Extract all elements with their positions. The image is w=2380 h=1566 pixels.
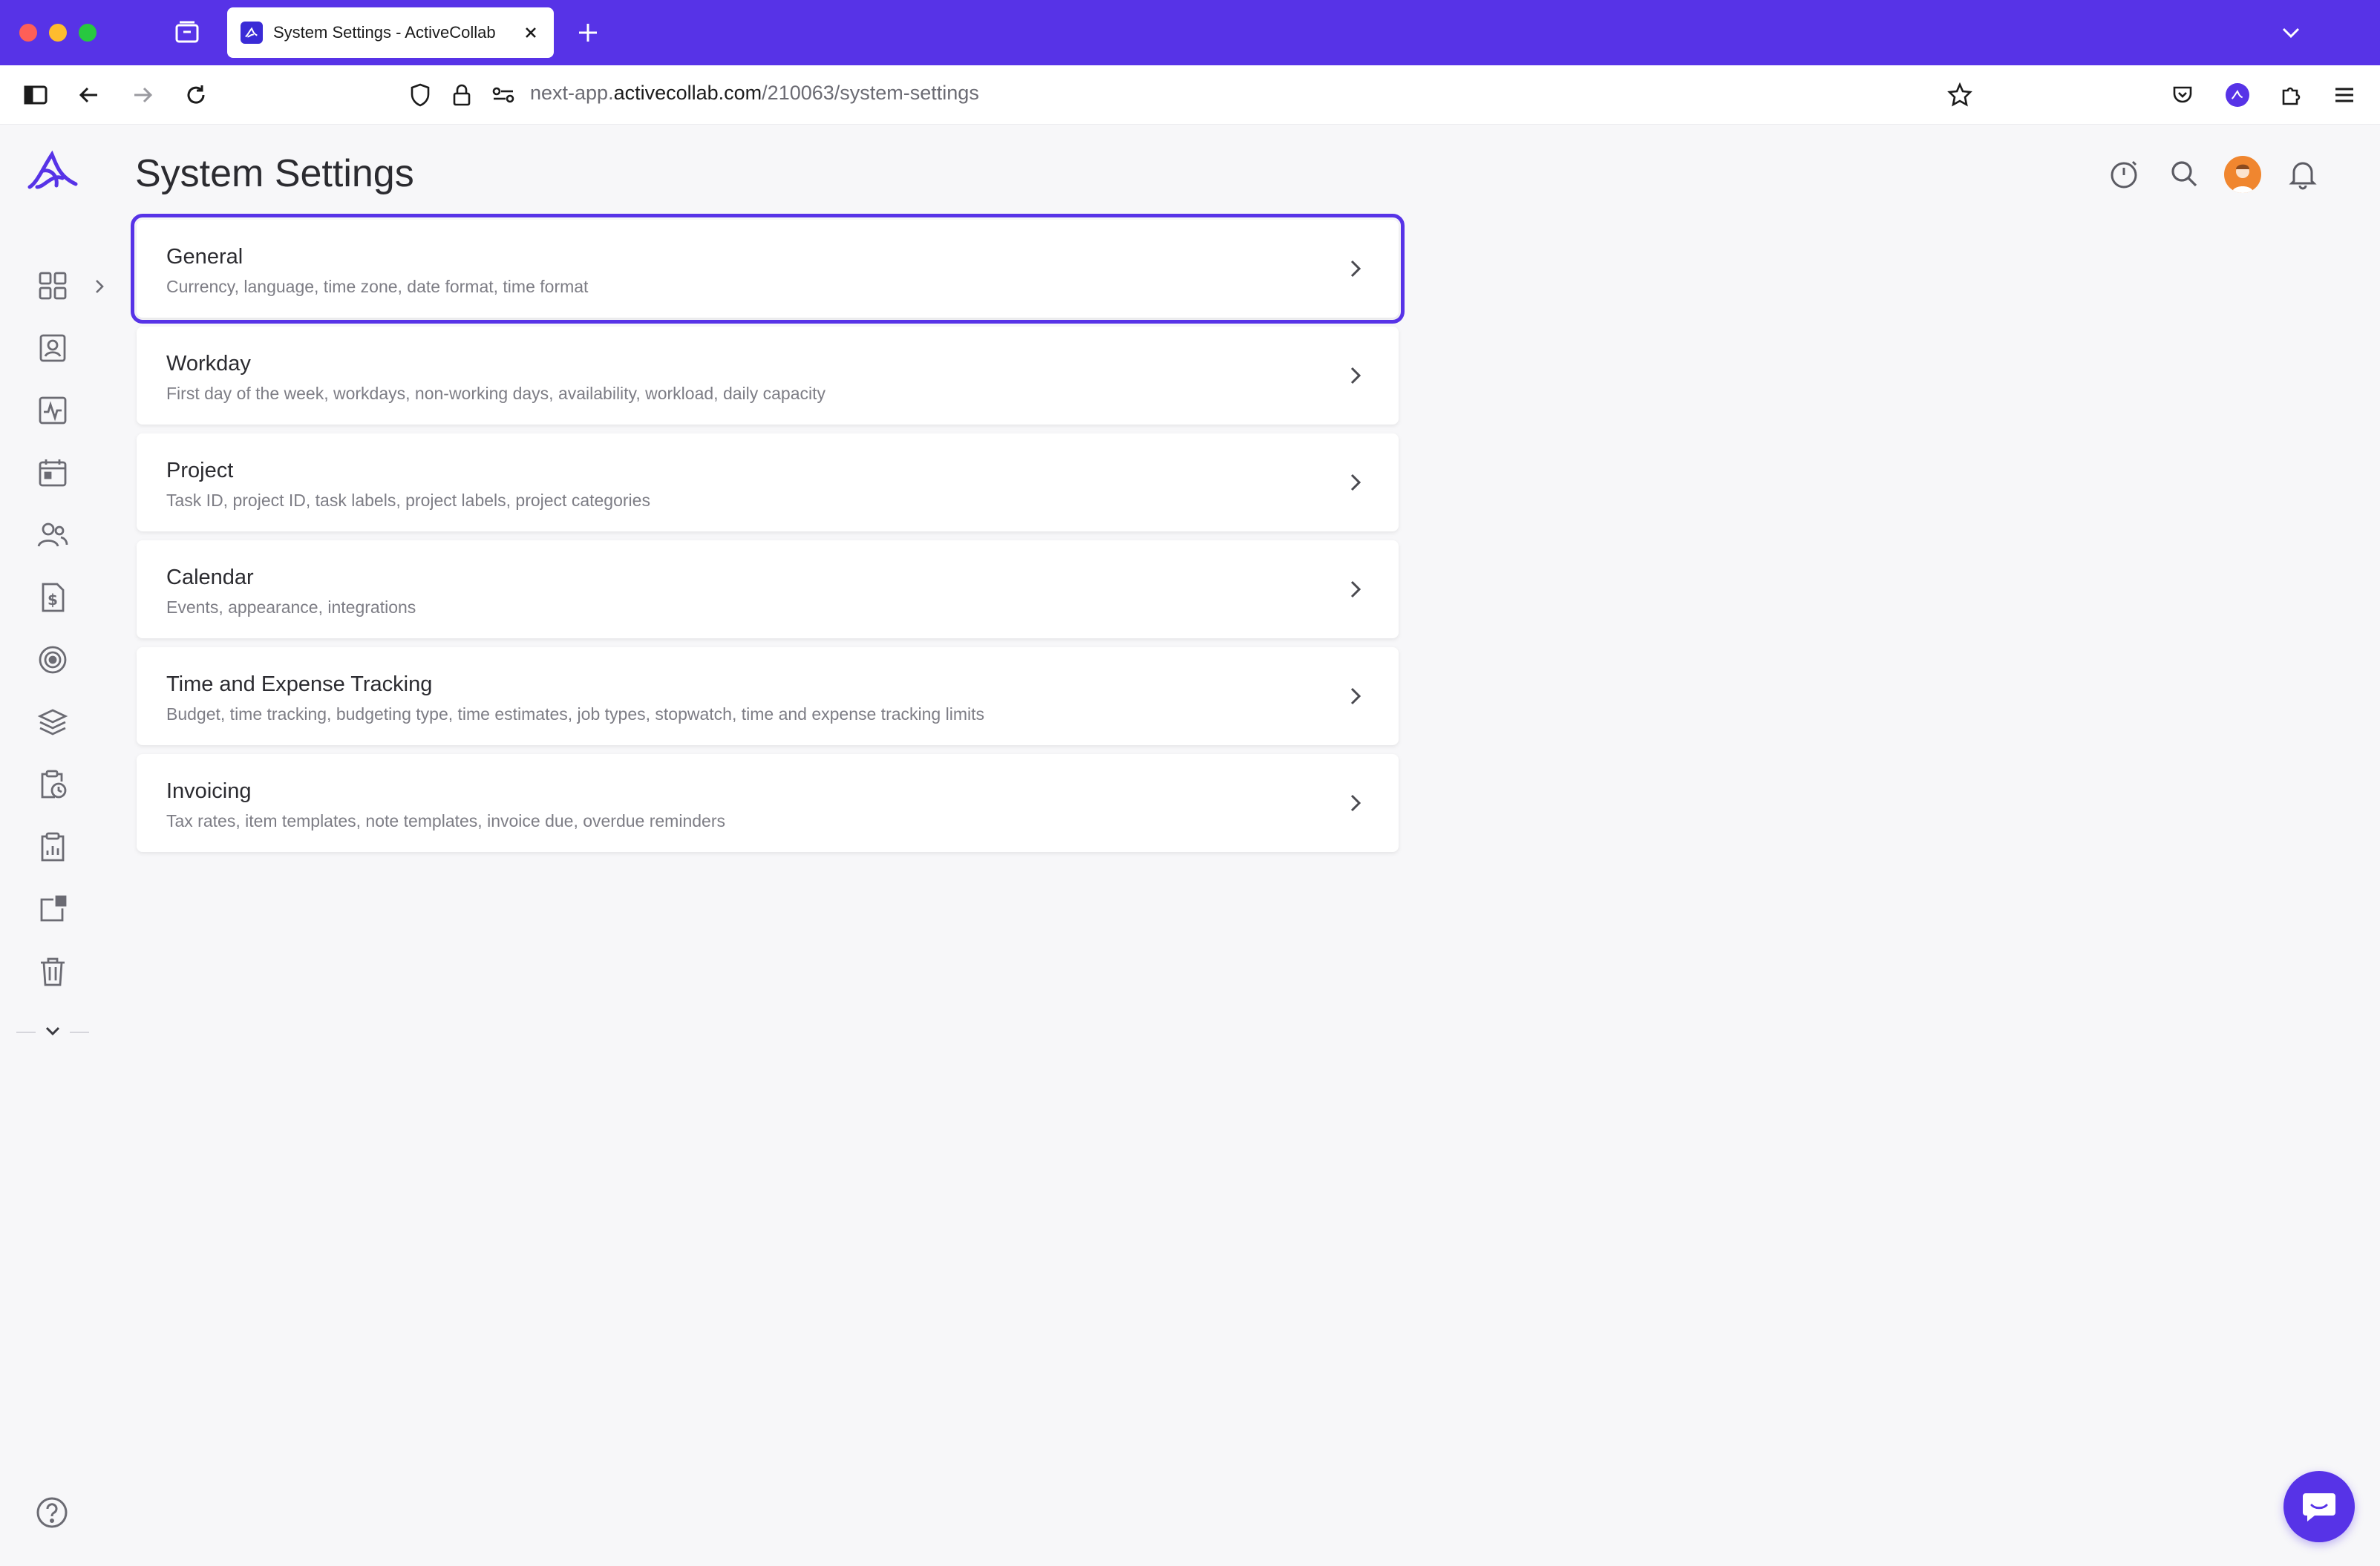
trash-icon[interactable] [34, 953, 71, 990]
svg-text:$: $ [48, 591, 58, 609]
notifications-bell-icon[interactable] [2285, 156, 2321, 191]
address-bar[interactable]: next-app.activecollab.com/210063/system-… [530, 82, 979, 105]
activity-icon[interactable] [34, 392, 71, 429]
help-icon[interactable] [34, 1495, 70, 1530]
dashboard-icon[interactable] [34, 267, 71, 304]
add-on-icon[interactable] [34, 891, 71, 928]
sidebar-toggle-icon[interactable] [21, 80, 50, 110]
activecollab-logo-icon[interactable] [27, 148, 80, 194]
goals-icon[interactable] [34, 641, 71, 678]
url-host: activecollab.com [613, 82, 762, 104]
card-description: Task ID, project ID, task labels, projec… [166, 491, 650, 510]
settings-card-time-and-expense-tracking[interactable]: Time and Expense Tracking Budget, time t… [137, 647, 1399, 745]
url-path: /210063/system-settings [762, 82, 979, 104]
site-permissions-icon[interactable] [488, 80, 518, 110]
card-description: Events, appearance, integrations [166, 597, 416, 617]
tab-title: System Settings - ActiveCollab [273, 23, 496, 42]
browser-navbar: next-app.activecollab.com/210063/system-… [0, 65, 2380, 125]
card-description: Currency, language, time zone, date form… [166, 277, 589, 296]
search-icon[interactable] [2166, 156, 2202, 191]
lock-icon[interactable] [447, 80, 477, 110]
card-title: Workday [166, 352, 251, 376]
chat-support-button[interactable] [2283, 1471, 2355, 1542]
timesheet-icon[interactable] [34, 766, 71, 803]
reports-icon[interactable] [34, 828, 71, 865]
activecollab-extension-icon[interactable] [2223, 80, 2252, 110]
browser-titlebar: System Settings - ActiveCollab [0, 0, 2380, 65]
chevron-right-icon [1342, 683, 1369, 710]
card-title: Invoicing [166, 779, 252, 803]
settings-list: General Currency, language, time zone, d… [131, 214, 1405, 861]
user-avatar[interactable] [2224, 156, 2261, 193]
forward-arrow-icon[interactable] [128, 80, 157, 110]
extensions-puzzle-icon[interactable] [2276, 80, 2306, 110]
zoom-window-button[interactable] [79, 24, 97, 42]
card-title: Project [166, 459, 234, 482]
page-title: System Settings [135, 152, 414, 195]
chevron-down-icon[interactable] [42, 1020, 64, 1042]
bookmark-star-icon[interactable] [1945, 80, 1975, 110]
settings-card-general[interactable]: General Currency, language, time zone, d… [131, 214, 1405, 324]
people-icon[interactable] [34, 517, 71, 554]
back-arrow-icon[interactable] [74, 80, 104, 110]
projects-stack-icon[interactable] [34, 704, 71, 741]
browser-tab-active[interactable]: System Settings - ActiveCollab [227, 7, 554, 58]
chevron-right-icon [1342, 576, 1369, 603]
card-title: General [166, 245, 243, 269]
pocket-icon[interactable] [2168, 80, 2197, 110]
activecollab-favicon-icon [241, 22, 263, 44]
menu-hamburger-icon[interactable] [2330, 80, 2359, 110]
close-tab-icon[interactable] [521, 23, 540, 42]
settings-card-calendar[interactable]: Calendar Events, appearance, integration… [137, 540, 1399, 638]
url-prefix: next-app. [530, 82, 614, 104]
card-title: Time and Expense Tracking [166, 672, 433, 696]
tab-overview-icon[interactable] [172, 19, 202, 46]
chevron-right-icon [1342, 790, 1369, 816]
settings-card-project[interactable]: Project Task ID, project ID, task labels… [137, 433, 1399, 531]
sidebar-divider [16, 1032, 36, 1033]
chevron-right-icon[interactable] [89, 276, 110, 297]
chevron-right-icon [1342, 362, 1369, 389]
calendar-icon[interactable] [34, 454, 71, 491]
minimize-window-button[interactable] [49, 24, 67, 42]
sidebar-divider [70, 1032, 89, 1033]
shield-icon[interactable] [405, 80, 435, 110]
settings-card-workday[interactable]: Workday First day of the week, workdays,… [137, 327, 1399, 425]
card-description: Tax rates, item templates, note template… [166, 811, 725, 830]
new-tab-icon[interactable] [575, 19, 601, 46]
settings-card-invoicing[interactable]: Invoicing Tax rates, item templates, not… [137, 754, 1399, 852]
card-description: First day of the week, workdays, non-wor… [166, 384, 826, 403]
reload-icon[interactable] [181, 80, 211, 110]
stopwatch-icon[interactable] [2107, 156, 2142, 191]
close-window-button[interactable] [19, 24, 37, 42]
card-title: Calendar [166, 566, 254, 589]
my-work-icon[interactable] [34, 330, 71, 367]
chevron-right-icon [1342, 255, 1369, 282]
chevron-down-icon[interactable] [2279, 21, 2303, 45]
card-description: Budget, time tracking, budgeting type, t… [166, 704, 984, 724]
chevron-right-icon [1342, 469, 1369, 496]
invoices-icon[interactable]: $ [34, 579, 71, 616]
